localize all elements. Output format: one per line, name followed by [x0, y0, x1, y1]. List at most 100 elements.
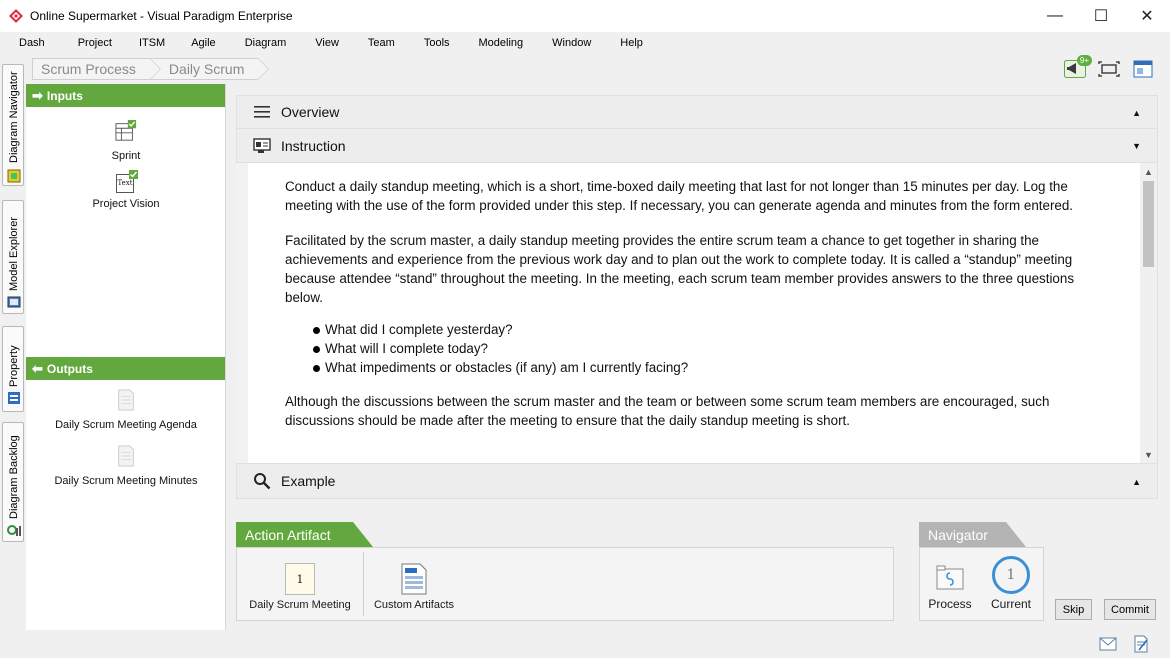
custom-artifacts-button[interactable]: Custom Artifacts: [364, 548, 464, 620]
current-label: Current: [990, 597, 1031, 611]
list-item: What impediments or obstacles (if any) a…: [313, 358, 1100, 377]
menu-view[interactable]: View: [297, 37, 350, 49]
daily-scrum-meeting-artifact[interactable]: 1 Daily Scrum Meeting: [237, 548, 363, 620]
tab-diagram-backlog[interactable]: Diagram Backlog: [2, 422, 24, 542]
menu-diagram[interactable]: Diagram: [227, 37, 298, 49]
blank-doc-icon: [118, 445, 134, 467]
notification-badge: 9+: [1076, 55, 1092, 66]
list-item: What will I complete today?: [313, 339, 1100, 358]
custom-artifacts-icon: [401, 563, 427, 595]
inputs-header: ➡ Inputs: [26, 84, 225, 107]
menu-bar: Dash Project ITSM Agile Diagram View Tea…: [0, 32, 1170, 54]
instruction-title: Instruction: [281, 137, 346, 154]
table-doc-icon: [115, 120, 137, 141]
instruction-text: Conduct a daily standup meeting, which i…: [285, 177, 1100, 446]
menu-project[interactable]: Project: [56, 37, 123, 49]
menu-window[interactable]: Window: [534, 37, 602, 49]
tab-model-explorer[interactable]: Model Explorer: [2, 200, 24, 314]
layout-button[interactable]: [1130, 58, 1156, 80]
mail-icon[interactable]: [1099, 637, 1117, 651]
instruction-book-icon: [253, 137, 271, 155]
minimize-button[interactable]: —: [1032, 0, 1078, 32]
outputs-list: Daily Scrum Meeting Agenda Daily Scrum M…: [26, 388, 226, 487]
diagram-navigator-icon: [7, 169, 21, 183]
commit-button[interactable]: Commit: [1104, 599, 1156, 620]
top-toolbar: 9+: [1062, 55, 1156, 80]
instruction-body: Conduct a daily standup meeting, which i…: [236, 163, 1158, 463]
blank-doc-icon: [118, 389, 134, 411]
fit-diagram-button[interactable]: [1096, 58, 1122, 80]
example-section-header[interactable]: Example ▲: [236, 463, 1158, 499]
output-agenda-label: Daily Scrum Meeting Agenda: [55, 419, 197, 431]
scroll-down-icon[interactable]: ▼: [1140, 446, 1157, 463]
instruction-section-header[interactable]: Instruction ▼: [236, 129, 1158, 163]
tab-diagram-navigator[interactable]: Diagram Navigator: [2, 64, 24, 186]
model-explorer-icon: [7, 296, 21, 308]
custom-artifacts-label: Custom Artifacts: [373, 599, 455, 611]
instruction-paragraph-2: Facilitated by the scrum master, a daily…: [285, 233, 1075, 305]
breadcrumb: Scrum Process Daily Scrum: [32, 58, 270, 80]
status-bar: [0, 630, 1170, 658]
process-button[interactable]: Process: [920, 548, 980, 620]
text-doc-icon: Text: [115, 170, 138, 194]
menu-dash[interactable]: Dash: [8, 37, 56, 49]
notes-icon[interactable]: [1132, 635, 1150, 653]
navigator-tab: Navigator: [919, 522, 1026, 547]
instruction-paragraph-3: Although the discussions between the scr…: [285, 394, 1050, 428]
tab-diagram-backlog-label: Diagram Backlog: [8, 435, 20, 519]
overview-title: Overview: [281, 104, 340, 120]
menu-lines-icon: [253, 103, 271, 121]
current-step-indicator: 1: [992, 556, 1030, 594]
menu-itsm[interactable]: ITSM: [123, 37, 176, 49]
expand-down-icon[interactable]: ▼: [1132, 129, 1141, 163]
menu-tools[interactable]: Tools: [406, 37, 461, 49]
input-project-vision[interactable]: Text Project Vision: [26, 170, 226, 210]
output-minutes-label: Daily Scrum Meeting Minutes: [54, 475, 198, 487]
notification-button[interactable]: 9+: [1062, 55, 1092, 80]
instruction-scrollbar[interactable]: ▲ ▼: [1140, 163, 1157, 463]
outputs-label: Outputs: [46, 361, 93, 376]
overview-section-header[interactable]: Overview ▲: [236, 95, 1158, 129]
meeting-form-icon: 1: [285, 563, 315, 595]
collapse-up-icon[interactable]: ▲: [1132, 96, 1141, 130]
arrow-left-icon: ⬅: [32, 360, 43, 376]
skip-button[interactable]: Skip: [1055, 599, 1092, 620]
scroll-thumb[interactable]: [1143, 181, 1154, 267]
daily-scrum-meeting-label: Daily Scrum Meeting: [249, 599, 351, 611]
menu-team[interactable]: Team: [350, 37, 406, 49]
action-artifact-tab: Action Artifact: [236, 522, 373, 547]
outputs-header: ⬅ Outputs: [26, 357, 225, 380]
search-icon: [253, 472, 271, 490]
close-button[interactable]: ✕: [1124, 0, 1170, 32]
input-sprint[interactable]: Sprint: [26, 119, 226, 162]
breadcrumb-scrum-process[interactable]: Scrum Process: [32, 58, 161, 80]
output-minutes[interactable]: Daily Scrum Meeting Minutes: [26, 444, 226, 487]
menu-modeling[interactable]: Modeling: [461, 37, 535, 49]
navigator-panel: Process 1 Current: [919, 547, 1044, 621]
maximize-button[interactable]: ☐: [1078, 0, 1124, 32]
menu-agile[interactable]: Agile: [176, 37, 226, 49]
diagram-backlog-icon: [7, 525, 21, 536]
side-tab-strip: Diagram Navigator Model Explorer Propert…: [0, 56, 26, 656]
example-title: Example: [281, 473, 336, 489]
input-project-vision-label: Project Vision: [92, 198, 160, 210]
menu-help[interactable]: Help: [602, 37, 654, 49]
process-icon: [936, 565, 964, 590]
window-layout-icon: [1133, 60, 1153, 78]
breadcrumb-daily-scrum[interactable]: Daily Scrum: [149, 58, 270, 80]
output-agenda[interactable]: Daily Scrum Meeting Agenda: [26, 388, 226, 431]
collapse-up-icon[interactable]: ▲: [1132, 464, 1141, 500]
tab-model-explorer-label: Model Explorer: [8, 217, 20, 291]
action-artifact-panel: 1 Daily Scrum Meeting Custom Artifacts: [236, 547, 894, 621]
step-content: Overview ▲ Instruction ▼ Conduct a daily…: [236, 95, 1158, 499]
property-icon: [8, 392, 20, 404]
tab-property-label: Property: [8, 345, 20, 387]
title-bar: Online Supermarket - Visual Paradigm Ent…: [0, 0, 1170, 32]
fit-width-icon: [1098, 61, 1120, 77]
process-label: Process: [928, 597, 972, 611]
tab-property[interactable]: Property: [2, 326, 24, 412]
artifacts-panel: ➡ Inputs Sprint Text Project Vision ⬅ Ou…: [26, 84, 226, 630]
current-step-button[interactable]: 1 Current: [981, 548, 1041, 620]
instruction-question-list: What did I complete yesterday? What will…: [313, 320, 1100, 377]
scroll-up-icon[interactable]: ▲: [1140, 163, 1157, 180]
